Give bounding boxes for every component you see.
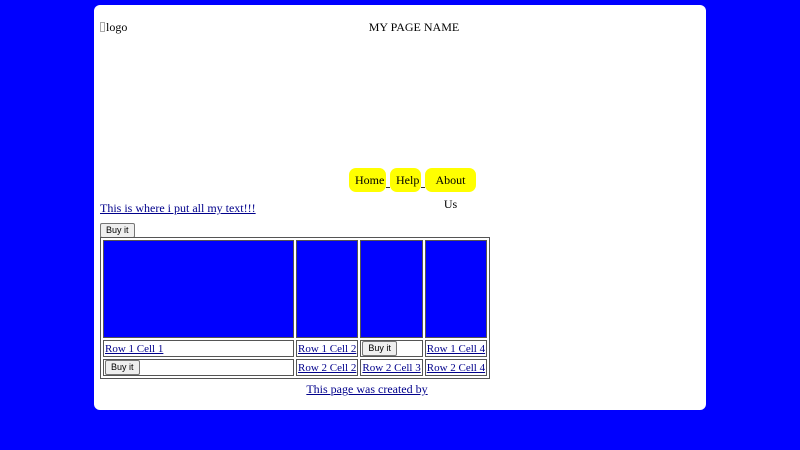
nav-home-button[interactable]: Home [349, 168, 386, 192]
footer: This page was created by [94, 382, 706, 396]
table-row: Buy it Row 2 Cell 2 Row 2 Cell 3 Row 2 C… [103, 359, 488, 376]
table-cell: Row 1 Cell 4 [424, 340, 488, 357]
image-cell [424, 240, 488, 338]
row1-cell1-link[interactable]: Row 1 Cell 1 [105, 343, 163, 355]
table-cell: Row 1 Cell 2 [296, 340, 359, 357]
nav-bar: Home Help About Us [349, 168, 476, 211]
image-cell [296, 240, 359, 338]
table-cell: Row 2 Cell 3 [360, 359, 423, 376]
image-row [103, 240, 488, 338]
table-cell: Row 1 Cell 1 [103, 340, 294, 357]
image-cell [360, 240, 423, 338]
footer-credit-link[interactable]: This page was created by [306, 382, 493, 396]
intro-text-link[interactable]: This is where i put all my text!!! [100, 201, 256, 215]
row1-cell4-link[interactable]: Row 1 Cell 4 [427, 343, 485, 355]
row2-cell4-link[interactable]: Row 2 Cell 4 [427, 362, 485, 374]
page-title: MY PAGE NAME [368, 20, 460, 34]
table-cell: Row 2 Cell 4 [424, 359, 488, 376]
nav-about-button[interactable]: About Us [425, 168, 476, 211]
page-container: logo MY PAGE NAME Home Help About Us Thi… [94, 5, 706, 410]
table-cell: Buy it [360, 340, 423, 357]
row1-cell2-link[interactable]: Row 1 Cell 2 [298, 343, 356, 355]
footer-blank-line [428, 382, 494, 396]
table-cell: Buy it [103, 359, 294, 376]
nav-help-button[interactable]: Help [390, 168, 421, 192]
row2-cell2-link[interactable]: Row 2 Cell 2 [298, 362, 356, 374]
footer-credit-text: This page was created by [306, 382, 428, 396]
image-cell [103, 240, 294, 338]
row2-buy-button[interactable]: Buy it [105, 360, 140, 375]
table-row: Row 1 Cell 1 Row 1 Cell 2 Buy it Row 1 C… [103, 340, 488, 357]
row1-buy-button[interactable]: Buy it [362, 341, 397, 356]
row2-cell3-link[interactable]: Row 2 Cell 3 [362, 362, 420, 374]
product-table: Row 1 Cell 1 Row 1 Cell 2 Buy it Row 1 C… [100, 237, 491, 379]
buy-it-button[interactable]: Buy it [100, 223, 135, 238]
table-cell: Row 2 Cell 2 [296, 359, 359, 376]
